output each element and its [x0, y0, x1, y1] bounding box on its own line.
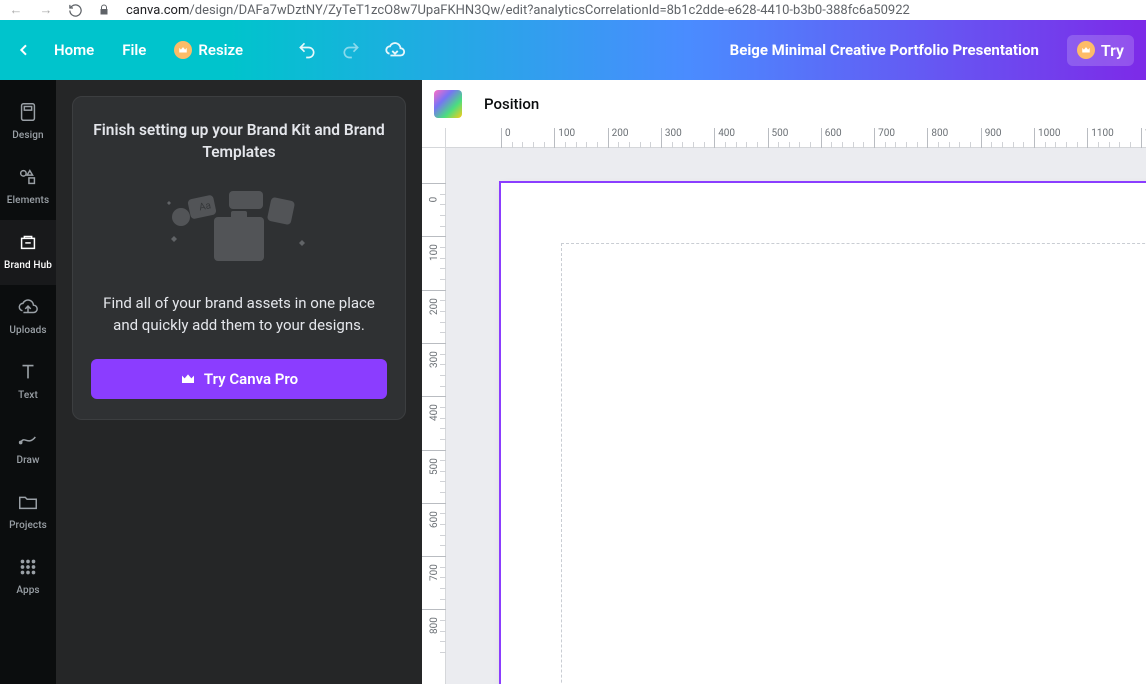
rail-brandhub[interactable]: Brand Hub [0, 220, 56, 285]
browser-chrome: ← → canva.com/design/DAFa7wDztNY/ZyTeT1z… [0, 0, 1146, 20]
try-canva-pro-label: Try Canva Pro [204, 370, 298, 388]
text-icon [16, 360, 40, 384]
rail-elements[interactable]: Elements [0, 155, 56, 220]
crown-icon [1077, 41, 1095, 59]
page-viewport[interactable] [446, 148, 1146, 684]
projects-icon [16, 490, 40, 514]
rail-label: Uploads [9, 325, 46, 336]
draw-icon [16, 425, 40, 449]
margin-guide [561, 243, 1146, 684]
ruler-corner [422, 128, 446, 148]
try-canva-pro-button[interactable]: Try Canva Pro [91, 359, 387, 399]
rail-projects[interactable]: Projects [0, 480, 56, 545]
browser-reload-icon[interactable] [68, 3, 84, 18]
back-button[interactable] [12, 38, 36, 62]
ruler-tick: 0 [501, 128, 511, 148]
file-menu[interactable]: File [112, 35, 156, 65]
crown-icon [174, 41, 192, 59]
document-title[interactable]: Beige Minimal Creative Portfolio Present… [730, 41, 1039, 59]
rail-label: Apps [16, 585, 39, 596]
try-pro-label: Try [1101, 41, 1124, 60]
lock-icon [98, 4, 112, 16]
resize-button[interactable]: Resize [164, 35, 253, 65]
url-path: /design/DAFa7wDztNY/ZyTeT1zcO8w7UpaFKHN3… [189, 3, 909, 18]
uploads-icon [16, 295, 40, 319]
rail-label: Design [12, 130, 43, 141]
resize-label: Resize [198, 41, 243, 59]
elements-icon [16, 165, 40, 189]
rail-text[interactable]: Text [0, 350, 56, 415]
vertical-ruler: 0100200300400500600700800 [422, 148, 446, 684]
app-toolbar: Home File Resize Beige Minimal Creative … [0, 20, 1146, 80]
rail-draw[interactable]: Draw [0, 415, 56, 480]
rail-design[interactable]: Design [0, 90, 56, 155]
context-toolbar: Position [422, 80, 1146, 128]
editor-viewport[interactable]: 0100200300400500600700800900100011001 01… [422, 128, 1146, 684]
side-panel: Finish setting up your Brand Kit and Bra… [56, 80, 422, 684]
apps-icon [16, 555, 40, 579]
ruler-tick: 1000 [1034, 128, 1060, 148]
ruler-tick: 1 [1141, 128, 1146, 148]
ruler-tick: 1100 [1087, 128, 1113, 148]
rail-label: Elements [7, 195, 49, 206]
rail-label: Draw [16, 455, 39, 466]
crown-icon [180, 371, 196, 387]
brand-kit-card: Finish setting up your Brand Kit and Bra… [72, 96, 406, 420]
browser-forward-icon[interactable]: → [38, 2, 54, 18]
home-button[interactable]: Home [44, 35, 104, 65]
rail-apps[interactable]: Apps [0, 545, 56, 610]
brandhub-icon [16, 230, 40, 254]
left-rail: Design Elements Brand Hub Uploads Text [0, 80, 56, 684]
undo-button[interactable] [289, 32, 325, 68]
url-domain: canva.com [126, 3, 189, 18]
brand-subtext: Find all of your brand assets in one pla… [91, 292, 387, 337]
design-icon [16, 100, 40, 124]
rail-label: Text [18, 390, 38, 401]
brand-illustration: Aa [91, 182, 387, 272]
position-button[interactable]: Position [478, 91, 545, 117]
rail-label: Projects [9, 520, 47, 531]
background-color-swatch[interactable] [434, 90, 462, 118]
cloud-sync-icon[interactable] [377, 32, 413, 68]
try-pro-button[interactable]: Try [1067, 35, 1134, 66]
canvas-area: Position 0100200300400500600700800900100… [422, 80, 1146, 684]
redo-button[interactable] [333, 32, 369, 68]
rail-uploads[interactable]: Uploads [0, 285, 56, 350]
brand-headline: Finish setting up your Brand Kit and Bra… [91, 119, 387, 164]
browser-back-icon[interactable]: ← [8, 2, 24, 18]
rail-label: Brand Hub [4, 260, 52, 271]
browser-url[interactable]: canva.com/design/DAFa7wDztNY/ZyTeT1zcO8w… [126, 3, 1138, 18]
workspace: Design Elements Brand Hub Uploads Text [0, 80, 1146, 684]
horizontal-ruler: 0100200300400500600700800900100011001 [446, 128, 1146, 148]
